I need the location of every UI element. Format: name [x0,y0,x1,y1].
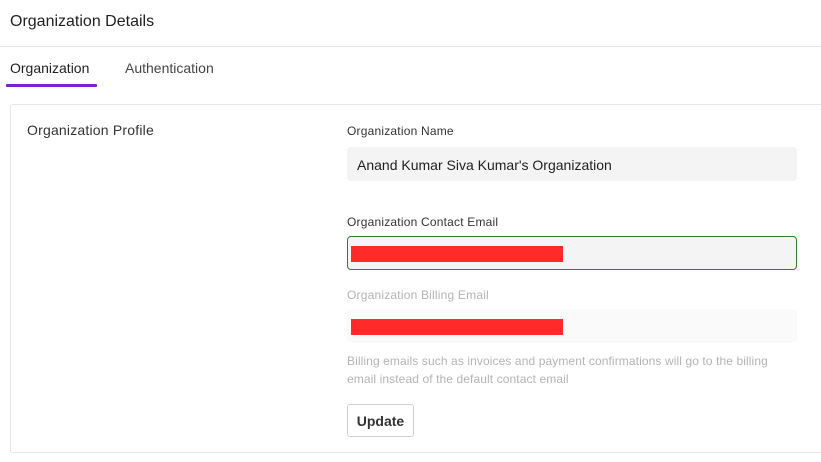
organization-name-label: Organization Name [347,124,454,138]
active-tab-indicator [6,84,97,87]
update-button[interactable]: Update [347,404,414,437]
tab-authentication[interactable]: Authentication [125,60,214,76]
page-title: Organization Details [10,13,155,30]
redacted-email-block [351,246,563,262]
organization-name-input[interactable]: Anand Kumar Siva Kumar's Organization [347,147,797,181]
billing-email-input [347,309,797,343]
contact-email-input[interactable] [347,236,797,270]
tab-organization[interactable]: Organization [10,60,89,76]
redacted-email-block [351,319,563,335]
billing-email-label: Organization Billing Email [347,288,489,302]
contact-email-label: Organization Contact Email [347,215,499,229]
page-header: Organization Details [0,0,821,47]
section-title: Organization Profile [27,122,154,138]
tab-bar: Organization Authentication [0,47,821,88]
billing-email-helper-text: Billing emails such as invoices and paym… [347,354,768,386]
